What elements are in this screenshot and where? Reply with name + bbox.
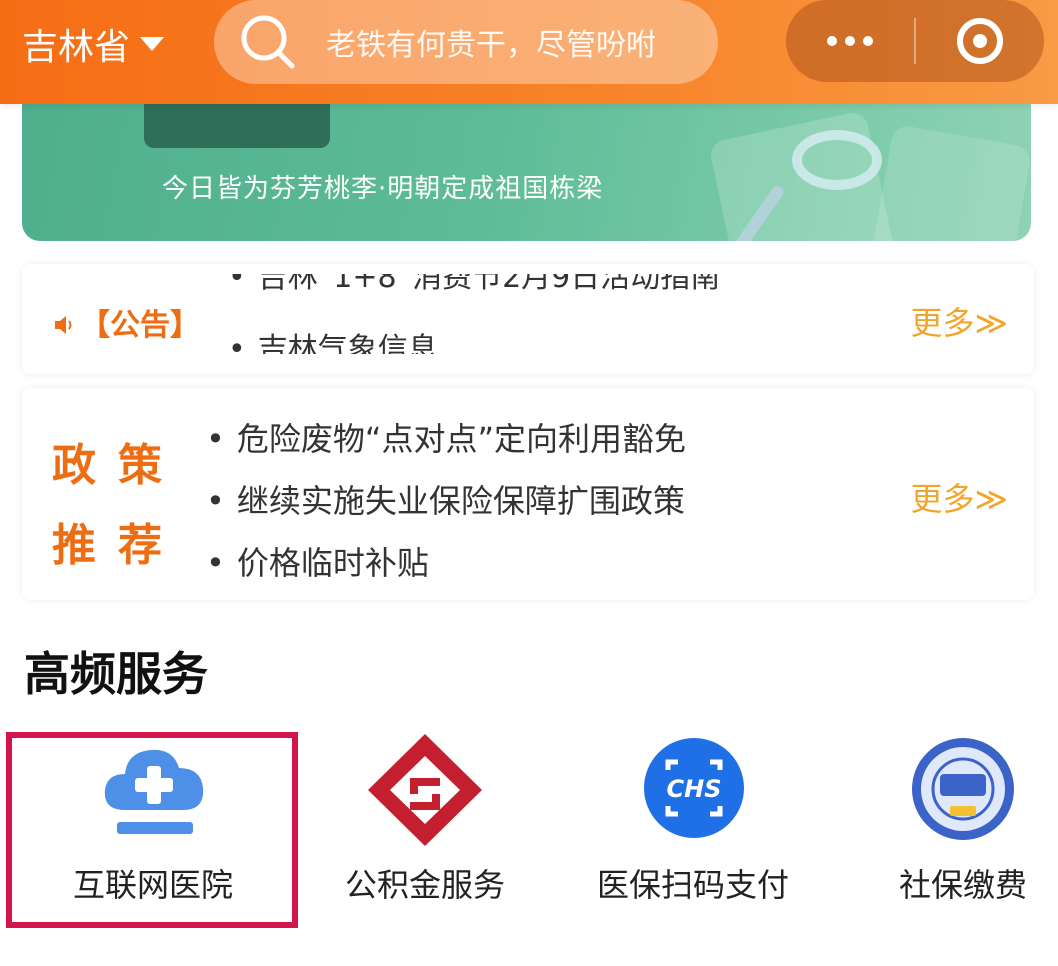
policy-item[interactable]: 危险废物“点对点”定向利用豁免 bbox=[206, 412, 686, 474]
selection-highlight bbox=[6, 732, 298, 928]
notice-more-link[interactable]: 更多≫ bbox=[910, 298, 1008, 344]
policy-list: 危险废物“点对点”定向利用豁免 继续实施失业保险保障扩围政策 价格临时补贴 bbox=[206, 412, 686, 598]
service-housing-fund[interactable]: 公积金服务 bbox=[290, 730, 560, 930]
policy-card: 政策 推荐 危险废物“点对点”定向利用豁免 继续实施失业保险保障扩围政策 价格临… bbox=[22, 388, 1034, 600]
policy-more-link[interactable]: 更多≫ bbox=[910, 474, 1008, 520]
banner-decoration bbox=[871, 123, 1031, 241]
search-icon bbox=[238, 12, 298, 72]
notice-ticker[interactable]: 吉林“1+8”消费节2月9日活动指南 吉林气象信息 bbox=[208, 274, 908, 354]
chs-scan-icon: CHS bbox=[644, 738, 744, 838]
svg-text:CHS: CHS bbox=[667, 775, 722, 803]
social-security-badge-icon bbox=[912, 738, 1014, 840]
service-medical-insurance-scan[interactable]: CHS 医保扫码支付 bbox=[558, 730, 828, 930]
notice-label-text: 【公告】 bbox=[80, 308, 200, 343]
policy-label-line: 推荐 bbox=[52, 520, 184, 571]
banner-title-block bbox=[144, 100, 330, 148]
miniprogram-capsule bbox=[786, 0, 1044, 82]
top-bar: 吉林省 老铁有何贵干，尽管吩咐 bbox=[0, 0, 1058, 104]
target-icon[interactable] bbox=[916, 0, 1044, 82]
notice-item[interactable]: 吉林“1+8”消费节2月9日活动指南 bbox=[228, 274, 721, 296]
notice-item[interactable]: 吉林气象信息 bbox=[228, 324, 438, 354]
notice-card[interactable]: 【公告】 吉林“1+8”消费节2月9日活动指南 吉林气象信息 更多≫ bbox=[22, 264, 1034, 374]
banner-slogan: 今日皆为芬芳桃李·明朝定成祖国栋梁 bbox=[162, 174, 604, 204]
policy-item[interactable]: 继续实施失业保险保障扩围政策 bbox=[206, 474, 686, 536]
service-label: 医保扫码支付 bbox=[596, 866, 789, 904]
province-label: 吉林省 bbox=[22, 27, 131, 68]
service-label: 公积金服务 bbox=[344, 866, 505, 904]
policy-label-line: 政策 bbox=[52, 440, 184, 491]
service-label: 社保缴费 bbox=[898, 866, 1027, 904]
search-placeholder: 老铁有何贵干，尽管吩咐 bbox=[326, 28, 656, 63]
service-grid: 互联网医院 公积金服务 CHS 医保扫码支付 社保缴费 bbox=[0, 730, 1058, 930]
province-selector[interactable]: 吉林省 bbox=[22, 18, 165, 70]
section-title: 高频服务 bbox=[24, 647, 208, 701]
notice-label: 【公告】 bbox=[52, 300, 200, 344]
policy-item[interactable]: 价格临时补贴 bbox=[206, 536, 686, 598]
dropdown-triangle-icon bbox=[140, 37, 165, 51]
search-bar[interactable]: 老铁有何贵干，尽管吩咐 bbox=[214, 0, 718, 84]
service-social-security-payment[interactable]: 社保缴费 bbox=[828, 730, 1058, 930]
more-dots-icon[interactable] bbox=[786, 0, 914, 82]
housing-fund-logo-icon bbox=[368, 734, 482, 846]
policy-label: 政策 推荐 bbox=[52, 426, 192, 586]
magnifier-illustration bbox=[792, 130, 882, 190]
speaker-icon bbox=[52, 310, 76, 334]
